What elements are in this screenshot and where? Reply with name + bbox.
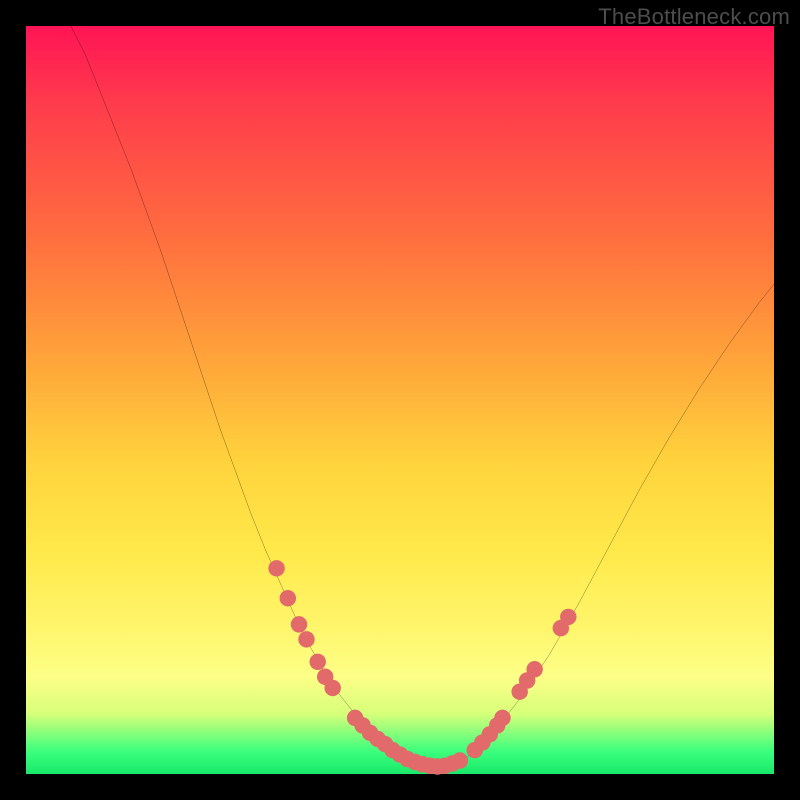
curve-marker <box>309 654 325 670</box>
bottleneck-curve-svg <box>26 26 774 774</box>
curve-marker <box>298 631 314 647</box>
curve-marker <box>560 609 576 625</box>
bottleneck-curve <box>71 26 774 767</box>
plot-area <box>26 26 774 774</box>
watermark-text: TheBottleneck.com <box>598 4 790 30</box>
curve-markers <box>268 560 576 775</box>
curve-marker <box>494 710 510 726</box>
curve-marker <box>291 616 307 632</box>
curve-marker <box>452 752 468 768</box>
curve-marker <box>526 661 542 677</box>
curve-marker <box>268 560 284 576</box>
curve-marker <box>324 680 340 696</box>
chart-frame: TheBottleneck.com <box>0 0 800 800</box>
curve-marker <box>280 590 296 606</box>
